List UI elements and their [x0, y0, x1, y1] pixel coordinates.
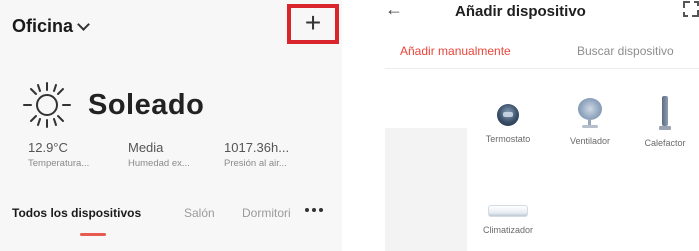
divider: [385, 68, 699, 69]
category-sidebar: [385, 128, 467, 251]
scan-icon[interactable]: [683, 1, 699, 17]
room-tabs: Todos los dispositivos Salón Dormitori: [12, 206, 337, 236]
page-title: Añadir dispositivo: [455, 3, 586, 20]
stat-label: Temperatura...: [28, 158, 90, 169]
device-label: Ventilador: [569, 136, 611, 146]
back-arrow-icon[interactable]: ←: [385, 0, 403, 20]
stat-pressure: 1017.36h... Presión al air...: [224, 140, 289, 169]
active-tab-indicator: [80, 233, 106, 236]
fan-icon: [577, 98, 603, 128]
sun-icon: [23, 82, 71, 128]
chevron-down-icon: [77, 18, 90, 31]
tab-salon[interactable]: Salón: [184, 206, 215, 220]
stat-value: Media: [128, 140, 164, 155]
plus-icon: +: [304, 6, 322, 38]
location-title: Oficina: [12, 16, 74, 36]
stat-value: 12.9°C: [28, 140, 68, 155]
tab-dormitorio[interactable]: Dormitori: [242, 206, 291, 220]
stat-label: Humedad ex...: [128, 158, 190, 169]
weather-condition: Soleado: [88, 88, 205, 121]
device-heater[interactable]: Calefactor: [631, 96, 699, 148]
device-label: Termostato: [485, 134, 531, 144]
thermostat-icon: [497, 104, 519, 126]
home-panel: Oficina + Soleado 12.9°C Temperatura... …: [0, 0, 342, 251]
heater-icon: [659, 96, 671, 130]
device-label: Climatizador: [482, 225, 533, 235]
tab-all-devices[interactable]: Todos los dispositivos: [12, 206, 141, 220]
stat-temperature: 12.9°C Temperatura...: [28, 140, 89, 169]
tab-search-device[interactable]: Buscar dispositivo: [577, 44, 674, 58]
device-fan[interactable]: Ventilador: [555, 98, 625, 146]
tab-add-manually[interactable]: Añadir manualmente: [400, 44, 511, 58]
device-thermostat[interactable]: Termostato: [467, 104, 549, 144]
more-icon[interactable]: [305, 208, 323, 212]
add-device-button[interactable]: +: [287, 4, 339, 44]
weather-summary: Soleado: [20, 80, 204, 130]
air-conditioner-icon: [488, 205, 528, 217]
device-air-conditioner[interactable]: Climatizador: [467, 205, 549, 235]
stat-value: 1017.36h...: [224, 140, 290, 155]
add-device-panel: ← Añadir dispositivo Añadir manualmente …: [385, 0, 699, 251]
stat-humidity: Media Humedad ex...: [128, 140, 190, 169]
stat-label: Presión al air...: [224, 158, 287, 169]
device-label: Calefactor: [644, 138, 686, 148]
location-selector[interactable]: Oficina: [12, 16, 90, 37]
